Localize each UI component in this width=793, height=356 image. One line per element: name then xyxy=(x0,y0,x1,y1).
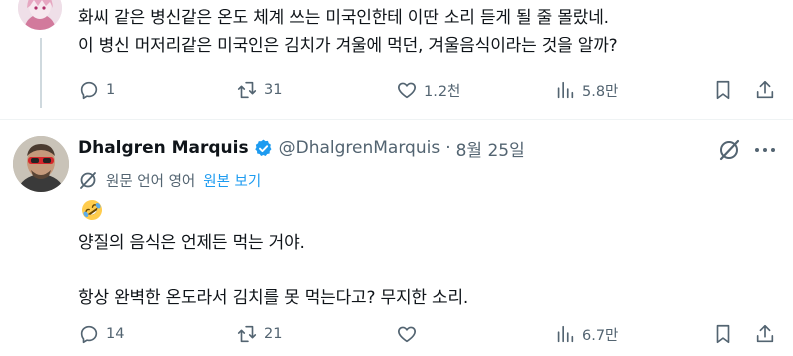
reply-button[interactable]: 1 xyxy=(78,78,115,102)
more-icon xyxy=(763,148,767,152)
translation-label: 원문 언어 영어 xyxy=(106,173,196,190)
tweet-text-line: 항상 완벽한 온도라서 김치를 못 먹는다고? 무지한 소리. xyxy=(78,288,469,308)
display-name[interactable]: Dhalgren Marquis xyxy=(78,138,249,158)
bookmark-button[interactable] xyxy=(712,322,734,346)
like-button[interactable] xyxy=(396,322,424,346)
show-original-link[interactable]: 원본 보기 xyxy=(203,170,261,191)
share-button[interactable] xyxy=(754,78,776,102)
reply-text: 화씨 같은 병신같은 온도 체계 쓰는 미국인한테 이딴 소리 듣게 될 줄 몰… xyxy=(78,4,778,60)
separator-dot: · xyxy=(445,138,451,158)
views-count: 5.8만 xyxy=(582,83,619,100)
more-icon xyxy=(755,148,759,152)
views-icon xyxy=(557,81,574,99)
repost-icon xyxy=(237,325,257,343)
reply-icon xyxy=(80,325,98,344)
bookmark-icon xyxy=(716,80,730,100)
views-icon xyxy=(557,325,574,343)
share-icon xyxy=(756,80,774,99)
reply-text-line: 이 병신 머저리같은 미국인은 김치가 겨울에 먹던, 겨울음식이라는 것을 알… xyxy=(78,36,618,56)
divider xyxy=(0,119,793,120)
repost-icon xyxy=(237,81,257,99)
views-button[interactable]: 6.7만 xyxy=(554,322,618,346)
reply-icon xyxy=(80,81,98,100)
verified-badge-icon[interactable] xyxy=(253,138,274,159)
repost-button[interactable]: 31 xyxy=(236,78,282,102)
views-count: 6.7만 xyxy=(582,327,619,344)
bookmark-button[interactable] xyxy=(712,78,734,102)
avatar[interactable] xyxy=(13,136,69,192)
tweet-date[interactable]: 8월 25일 xyxy=(456,136,525,161)
share-icon xyxy=(756,324,774,343)
repost-count: 31 xyxy=(264,82,283,98)
action-bar: 1 31 1.2천 5.8만 xyxy=(78,78,778,102)
reply-count: 1 xyxy=(106,82,116,98)
reply-count: 14 xyxy=(106,326,125,342)
more-button[interactable] xyxy=(752,137,778,163)
rolling-laughing-emoji-icon xyxy=(82,200,102,220)
repost-button[interactable]: 21 xyxy=(236,322,282,346)
thread-connector-line xyxy=(40,38,42,108)
repost-count: 21 xyxy=(264,326,283,342)
action-bar: 14 21 6.7만 xyxy=(78,322,778,346)
more-icon xyxy=(771,148,775,152)
avatar-image xyxy=(13,136,69,192)
tweet-text-line: 양질의 음식은 언제든 먹는 거야. xyxy=(78,233,305,253)
translation-notice: 원문 언어 영어 원본 보기 xyxy=(78,169,261,191)
like-button[interactable]: 1.2천 xyxy=(396,78,460,102)
avatar-image xyxy=(18,0,62,30)
reply-button[interactable]: 14 xyxy=(78,322,124,346)
avatar[interactable] xyxy=(18,0,62,30)
user-handle[interactable]: @DhalgrenMarquis xyxy=(279,138,441,158)
heart-icon xyxy=(398,326,416,343)
like-count: 1.2천 xyxy=(424,83,461,100)
share-button[interactable] xyxy=(754,322,776,346)
translate-icon xyxy=(80,172,96,189)
bookmark-icon xyxy=(716,324,730,344)
reply-text-line: 화씨 같은 병신같은 온도 체계 쓰는 미국인한테 이딴 소리 듣게 될 줄 몰… xyxy=(78,8,609,28)
heart-icon xyxy=(398,82,416,99)
tweet-header: Dhalgren Marquis @DhalgrenMarquis · 8월 2… xyxy=(78,136,525,161)
views-button[interactable]: 5.8만 xyxy=(554,78,618,102)
grok-button[interactable] xyxy=(716,137,742,163)
grok-icon xyxy=(719,139,740,161)
